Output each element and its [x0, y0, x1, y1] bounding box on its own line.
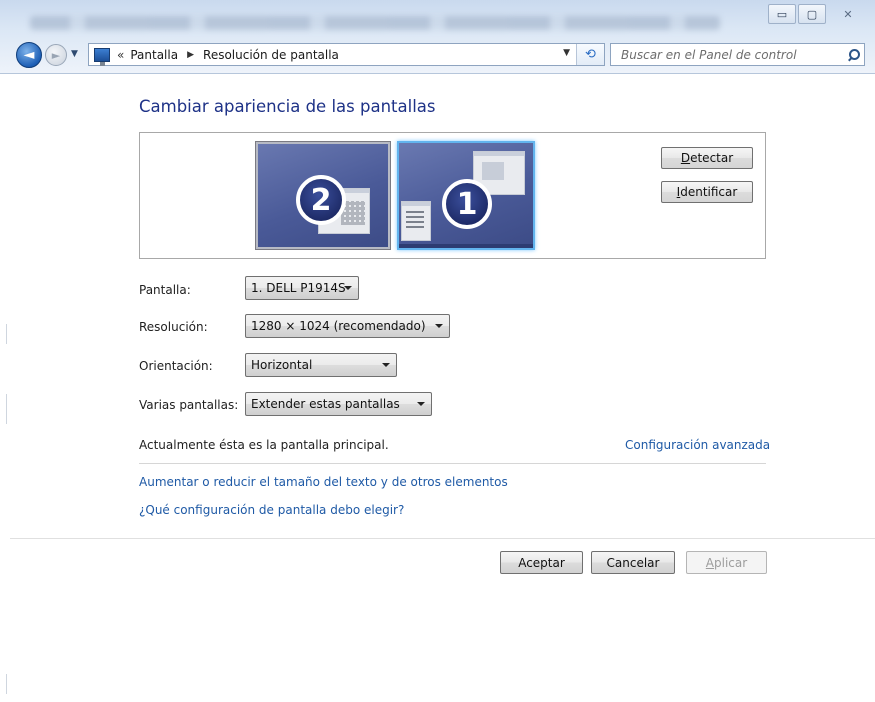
- divider: [139, 463, 766, 464]
- apply-label: plicar: [714, 555, 748, 570]
- control-panel-icon: [94, 47, 110, 66]
- search-input[interactable]: Buscar en el Panel de control: [621, 48, 797, 62]
- monitor-1-selected[interactable]: 1: [397, 141, 535, 250]
- display-label: Pantalla:: [139, 283, 191, 297]
- resolution-select[interactable]: 1280 × 1024 (recomendado): [245, 314, 450, 338]
- arrow-right-icon: ►: [51, 48, 61, 62]
- which-settings-help-link[interactable]: ¿Qué configuración de pantalla debo eleg…: [139, 503, 404, 517]
- close-button[interactable]: ✕: [834, 4, 862, 24]
- monitor-number-1: 1: [442, 179, 492, 229]
- chevron-down-icon: ▼: [71, 49, 78, 59]
- search-icon[interactable]: [846, 48, 860, 62]
- chevron-down-icon: [417, 402, 425, 406]
- accept-button[interactable]: Aceptar: [500, 551, 583, 574]
- refresh-icon: ⟲: [585, 47, 596, 62]
- orientation-value: Horizontal: [251, 358, 313, 372]
- title-bar: ▭ ▢ ✕ ◄ ► ▼ « Pantalla ▶ Resolución de p…: [0, 0, 875, 74]
- monitor-number-2: 2: [296, 175, 346, 225]
- display-select[interactable]: 1. DELL P1914S: [245, 276, 359, 300]
- detect-mnemonic: D: [680, 151, 691, 165]
- text-size-link[interactable]: Aumentar o reducir el tamaño del texto y…: [139, 475, 508, 489]
- minimize-button[interactable]: ▭: [768, 4, 796, 24]
- recent-pages-dropdown[interactable]: ▼: [71, 49, 78, 59]
- breadcrumb-overflow[interactable]: «: [117, 48, 124, 62]
- refresh-button[interactable]: ⟲: [576, 44, 604, 65]
- display-value: 1. DELL P1914S: [251, 281, 346, 295]
- multiple-displays-select[interactable]: Extender estas pantallas: [245, 392, 432, 416]
- identify-label: dentificar: [680, 185, 738, 199]
- breadcrumb-pantalla[interactable]: Pantalla: [130, 48, 178, 62]
- orientation-label: Orientación:: [139, 359, 213, 373]
- orientation-select[interactable]: Horizontal: [245, 353, 397, 377]
- page-title: Cambiar apariencia de las pantallas: [139, 97, 436, 116]
- resolution-value: 1280 × 1024 (recomendado): [251, 319, 426, 333]
- identify-button[interactable]: Identificar: [661, 181, 753, 203]
- primary-display-status: Actualmente ésta es la pantalla principa…: [139, 438, 389, 452]
- apply-button[interactable]: Aplicar: [686, 551, 767, 574]
- detect-label: etectar: [690, 151, 734, 165]
- document-thumbnail-icon: [401, 201, 431, 241]
- window-left-edge: [0, 74, 8, 702]
- address-dropdown-icon[interactable]: ▼: [563, 48, 570, 58]
- monitor-2[interactable]: 2: [255, 141, 391, 250]
- monitor-arrangement-panel: 2 1 Detectar Identificar: [139, 132, 766, 259]
- chevron-down-icon: [344, 286, 352, 290]
- window-title-blurred: [30, 16, 720, 30]
- divider: [10, 538, 875, 539]
- taskbar-thumbnail: [399, 244, 533, 248]
- forward-button[interactable]: ►: [45, 44, 67, 66]
- breadcrumb-separator-icon[interactable]: ▶: [187, 50, 194, 60]
- apply-mnemonic: A: [705, 555, 715, 570]
- back-button[interactable]: ◄: [16, 42, 42, 68]
- search-box[interactable]: Buscar en el Panel de control: [610, 43, 865, 66]
- detect-button[interactable]: Detectar: [661, 147, 753, 169]
- chevron-down-icon: [435, 324, 443, 328]
- cancel-button[interactable]: Cancelar: [591, 551, 675, 574]
- multiple-displays-value: Extender estas pantallas: [251, 397, 400, 411]
- breadcrumb-resolucion[interactable]: Resolución de pantalla: [203, 48, 339, 62]
- address-bar[interactable]: « Pantalla ▶ Resolución de pantalla ▼ ⟲: [88, 43, 605, 66]
- multiple-displays-label: Varias pantallas:: [139, 398, 239, 412]
- window-controls: ▭ ▢ ✕: [768, 4, 862, 24]
- resolution-label: Resolución:: [139, 320, 208, 334]
- chevron-down-icon: [382, 363, 390, 367]
- advanced-settings-link[interactable]: Configuración avanzada: [625, 438, 770, 452]
- arrow-left-icon: ◄: [23, 47, 35, 63]
- maximize-button[interactable]: ▢: [798, 4, 826, 24]
